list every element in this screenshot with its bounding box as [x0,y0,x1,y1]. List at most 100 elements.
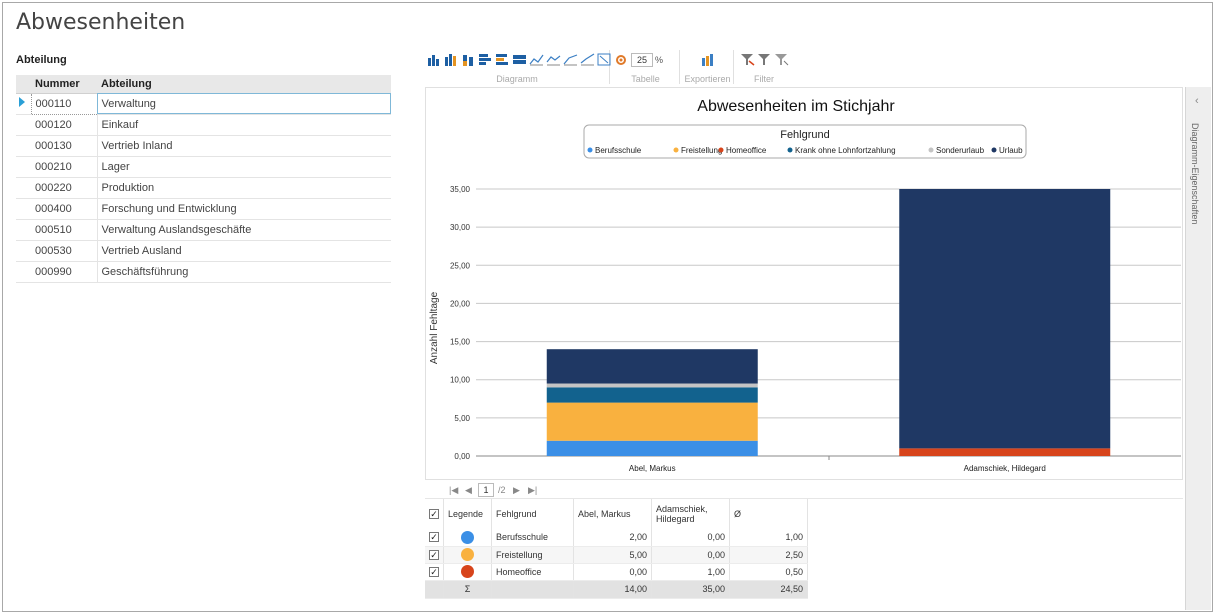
row-indicator [16,156,31,178]
table-row[interactable]: 000400 Forschung und Entwicklung [16,198,391,220]
diagram-properties-label: Diagramm-Eigenschaften [1190,123,1200,225]
cell-abteilung[interactable]: Vertrieb Inland [97,135,391,157]
table-row[interactable]: ✓ Homeoffice 0,00 1,00 0,50 [425,563,808,581]
cell-nummer[interactable]: 000400 [31,198,98,220]
toolbar-group-exportieren: Exportieren [682,50,734,84]
filter-icon[interactable] [757,53,772,66]
legend-marker-icon [787,147,793,153]
table-settings-icon[interactable] [614,54,629,67]
cell-fehlgrund: Berufsschule [491,529,574,547]
table-row[interactable]: ✓ Freistellung 5,00 0,00 2,50 [425,546,808,564]
bar-segment[interactable] [546,402,758,441]
y-tick-label: 5,00 [454,414,470,423]
legend-item[interactable]: Berufsschule [595,146,642,155]
bar-segment[interactable] [899,189,1111,449]
toolbar-caption-tabelle: Tabelle [631,74,660,84]
column-header-adamschiek[interactable]: Adamschiek, Hildegard [651,499,730,529]
legend-item[interactable]: Freistellung [681,146,722,155]
table-row[interactable]: 000530 Vertrieb Ausland [16,240,391,262]
table-row[interactable]: 000510 Verwaltung Auslandsgeschäfte [16,219,391,241]
filter-clear-icon[interactable] [774,53,789,66]
cell-abteilung[interactable]: Verwaltung Auslandsgeschäfte [97,219,391,241]
cell-average: 1,00 [729,529,808,547]
row-checkbox[interactable]: ✓ [425,546,444,564]
x-tick-label: Adamschiek, Hildegard [964,464,1046,473]
cell-abteilung[interactable]: Geschäftsführung [97,261,391,283]
bar-chart-icon[interactable] [427,53,442,66]
cell-nummer[interactable]: 000530 [31,240,98,262]
y-tick-label: 30,00 [450,223,471,232]
line-chart-icon[interactable] [529,53,544,66]
legend-marker-icon [718,147,724,153]
bar-segment[interactable] [899,448,1111,456]
filter-remove-icon[interactable] [740,53,755,66]
legend-marker-icon [991,147,997,153]
column-header-legende[interactable]: Legende [443,499,492,529]
horizontal-stacked-bar-icon[interactable] [512,53,527,66]
y-tick-label: 25,00 [450,261,471,270]
cell-nummer[interactable]: 000120 [31,114,98,136]
chart-panel: Abwesenheiten im Stichjahr Fehlgrund Ber… [425,87,1183,480]
horizontal-bar-chart-icon[interactable] [478,53,493,66]
area-chart-icon[interactable] [563,53,578,66]
last-page-icon[interactable]: ▶| [528,485,537,496]
table-row[interactable]: 000990 Geschäftsführung [16,261,391,283]
cell-average: 0,50 [729,563,808,581]
row-checkbox[interactable]: ✓ [425,563,444,581]
bar-segment[interactable] [546,440,758,456]
chart-reset-icon[interactable] [597,53,612,66]
cell-abteilung[interactable]: Verwaltung [97,93,391,115]
legend-item[interactable]: Homeoffice [726,146,767,155]
cell-nummer[interactable]: 000210 [31,156,98,178]
column-header-abteilung[interactable]: Abteilung [97,75,391,94]
horizontal-grouped-bar-icon[interactable] [495,53,510,66]
sum-row: Σ 14,00 35,00 24,50 [425,580,808,599]
toolbar-caption-filter: Filter [754,74,774,84]
bar-segment[interactable] [546,349,758,384]
chevron-left-icon[interactable]: ‹ [1195,95,1199,107]
legend-item[interactable]: Urlaub [999,146,1023,155]
export-icon[interactable] [700,53,715,66]
previous-page-icon[interactable]: ◀ [465,485,472,496]
stacked-bar-chart-icon[interactable] [461,53,476,66]
column-header-nummer[interactable]: Nummer [31,75,97,94]
legend-item[interactable]: Krank ohne Lohnfortzahlung [795,146,896,155]
table-row[interactable]: 000130 Vertrieb Inland [16,135,391,157]
table-row[interactable]: ✓ Berufsschule 2,00 0,00 1,00 [425,529,808,547]
column-header-abel[interactable]: Abel, Markus [573,499,652,529]
cell-nummer[interactable]: 000220 [31,177,98,199]
cell-nummer[interactable]: 000510 [31,219,98,241]
legend-item[interactable]: Sonderurlaub [936,146,985,155]
zoom-input[interactable]: 25 [631,53,653,67]
first-page-icon[interactable]: |◀ [449,485,458,496]
cell-abteilung[interactable]: Vertrieb Ausland [97,240,391,262]
bar-segment[interactable] [546,383,758,388]
select-all-checkbox[interactable]: ✓ [425,499,444,529]
legend-marker-icon [928,147,934,153]
cell-nummer[interactable]: 000990 [31,261,98,283]
cell-abteilung[interactable]: Forschung und Entwicklung [97,198,391,220]
bar-segment[interactable] [546,387,758,403]
cell-abteilung[interactable]: Lager [97,156,391,178]
page-total: /2 [498,485,506,495]
row-indicator [16,261,31,283]
table-row[interactable]: 000110 Verwaltung [16,92,391,115]
cell-nummer[interactable]: 000130 [31,135,98,157]
row-checkbox[interactable]: ✓ [425,529,444,547]
column-header-average[interactable]: Ø [729,499,808,529]
line-area-chart-icon[interactable] [580,53,595,66]
page-number-input[interactable]: 1 [478,483,494,497]
table-row[interactable]: 000210 Lager [16,156,391,178]
cell-abteilung[interactable]: Einkauf [97,114,391,136]
cell-abteilung[interactable]: Produktion [97,177,391,199]
cell-nummer[interactable]: 000110 [30,92,98,115]
column-header-fehlgrund[interactable]: Fehlgrund [491,499,574,529]
chart-toolbar: Diagramm 25 % Tabelle Exportieren Filter [425,50,805,84]
table-row[interactable]: 000220 Produktion [16,177,391,199]
table-row[interactable]: 000120 Einkauf [16,114,391,136]
diagram-properties-panel[interactable]: ‹ Diagramm-Eigenschaften [1185,87,1211,610]
next-page-icon[interactable]: ▶ [513,485,520,496]
department-section-label: Abteilung [16,54,67,66]
grouped-bar-chart-icon[interactable] [444,53,459,66]
line-chart-alt-icon[interactable] [546,53,561,66]
